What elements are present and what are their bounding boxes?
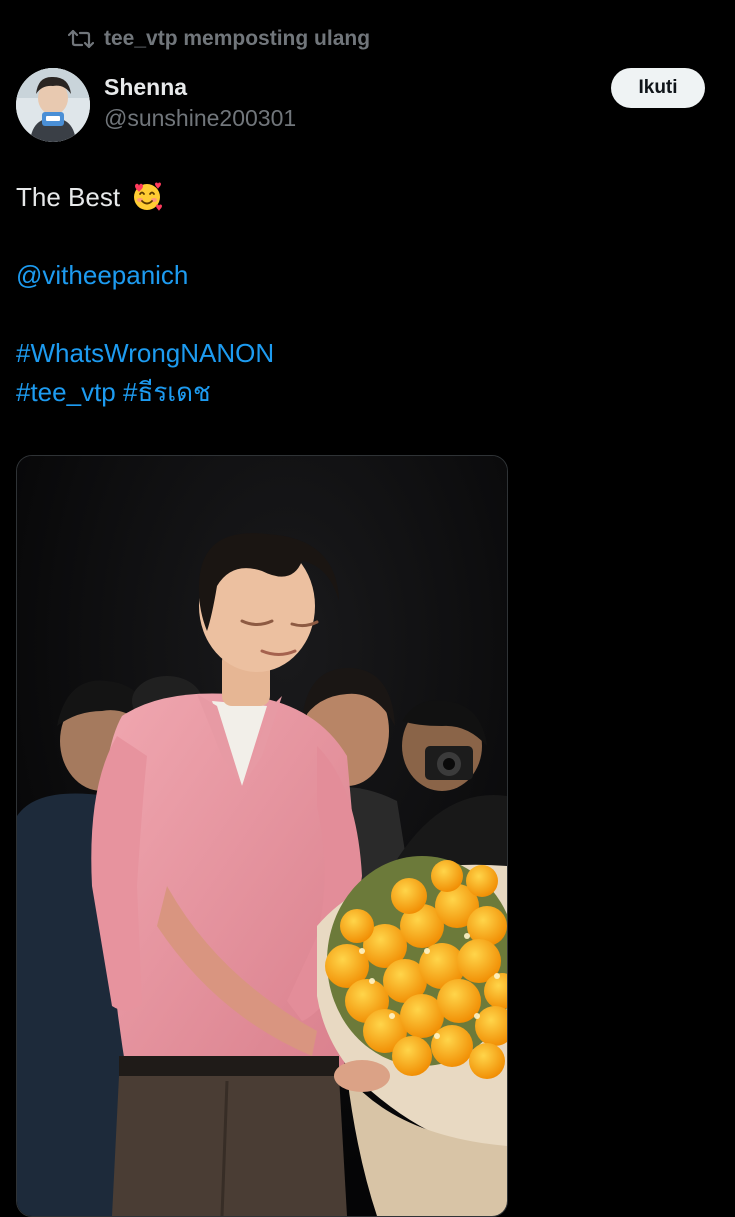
author-handle[interactable]: @sunshine200301 <box>104 105 296 132</box>
tweet-text: The Best @vitheepanich #WhatsWrongNANON … <box>16 178 706 412</box>
avatar[interactable] <box>16 68 90 142</box>
tweet-header: Shenna @sunshine200301 Ikuti <box>16 68 705 142</box>
repost-icon <box>68 28 94 50</box>
hashtag-link[interactable]: #tee_vtp <box>16 377 116 407</box>
follow-button[interactable]: Ikuti <box>611 68 705 108</box>
repost-indicator[interactable]: tee_vtp memposting ulang <box>68 25 370 53</box>
smiling-face-with-hearts-icon <box>131 180 163 223</box>
hashtag-link[interactable]: #WhatsWrongNANON <box>16 338 274 368</box>
author-display-name[interactable]: Shenna <box>104 74 187 101</box>
tweet-media-photo[interactable] <box>16 455 508 1217</box>
tweet-line-1: The Best <box>16 178 706 217</box>
repost-text[interactable]: tee_vtp memposting ulang <box>104 27 370 51</box>
hashtag-link[interactable]: #ธีรเดช <box>123 377 211 407</box>
tweet-text-main: The Best <box>16 182 121 212</box>
mention-link[interactable]: @vitheepanich <box>16 260 188 290</box>
